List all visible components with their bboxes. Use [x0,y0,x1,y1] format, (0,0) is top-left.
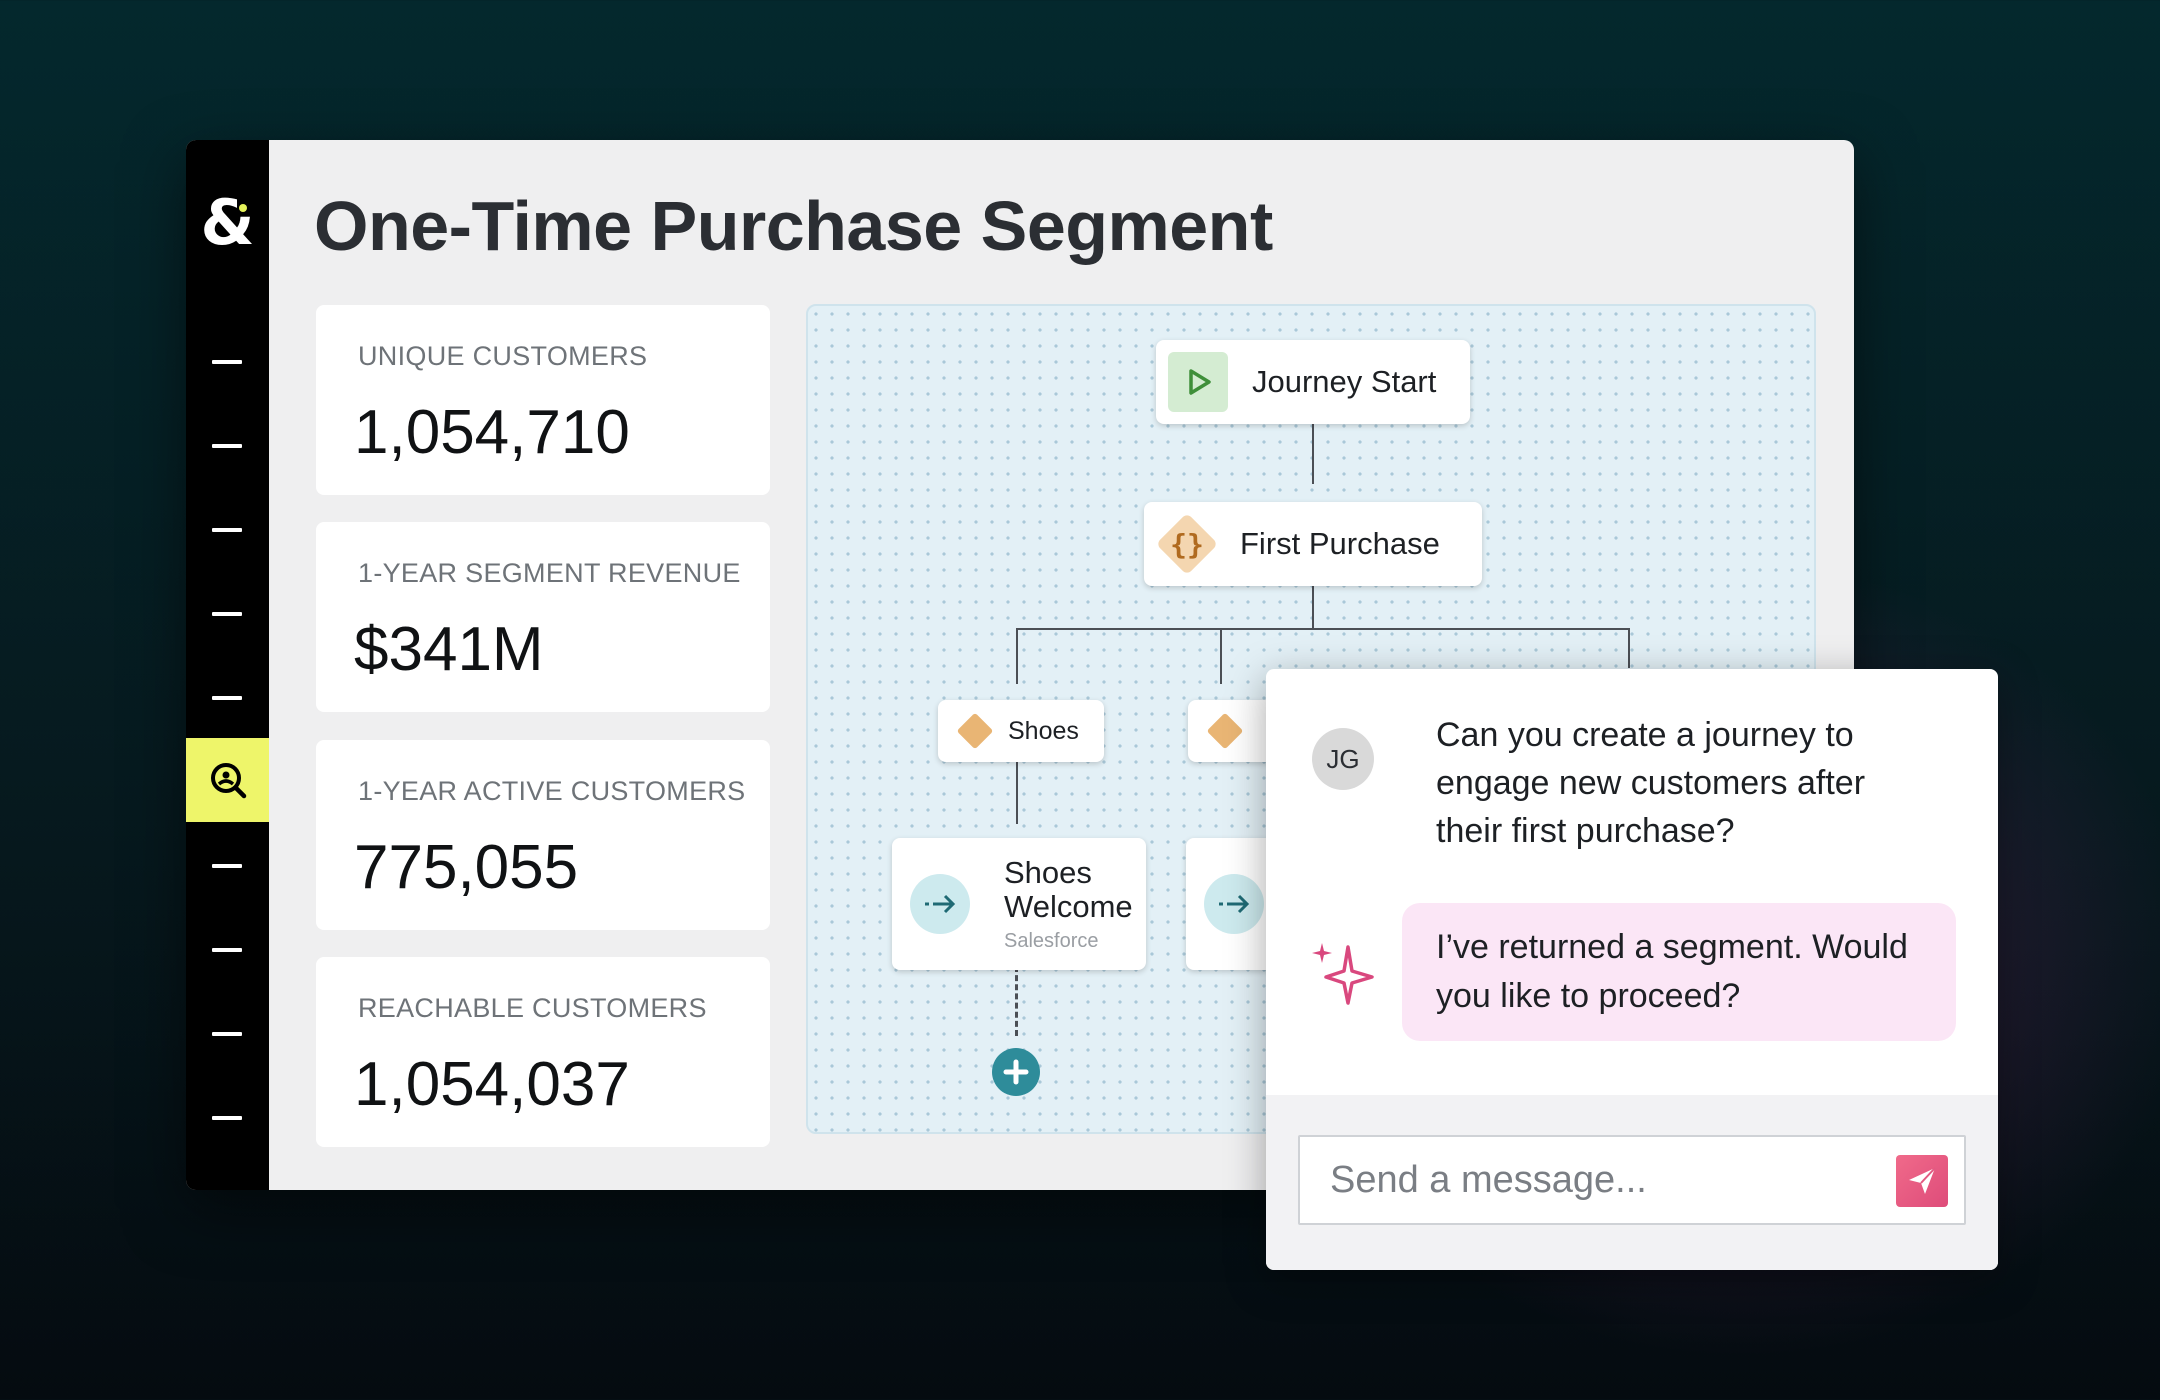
stat-value: 1,054,037 [354,1050,630,1119]
braces-icon: {} [1155,512,1219,576]
sidebar-item[interactable] [212,360,242,364]
sidebar-item-segments-active[interactable] [186,738,269,822]
paper-plane-icon [1909,1167,1936,1194]
sidebar-item[interactable] [212,528,242,532]
sidebar: & [186,140,269,1190]
dashed-connector [1015,966,1018,1036]
diamond-icon [956,712,994,750]
branch-shoes[interactable]: Shoes [938,700,1104,762]
stat-label: 1-YEAR SEGMENT REVENUE [358,558,741,588]
user-avatar: JG [1312,728,1374,790]
page-title: One-Time Purchase Segment [314,187,1273,265]
app-logo[interactable]: & [186,192,269,254]
connector-line [1220,628,1222,684]
node-label: First Purchase [1240,526,1440,561]
sidebar-item[interactable] [212,864,242,868]
connector-line [1016,628,1018,684]
add-step-button[interactable] [992,1048,1040,1096]
action-text: Shoes Welcome Salesforce [1004,854,1144,953]
plus-icon [1003,1059,1029,1085]
sidebar-item[interactable] [212,696,242,700]
stat-card-unique-customers: UNIQUE CUSTOMERS 1,054,710 [316,305,770,495]
connector-line [1312,424,1314,484]
stat-label: REACHABLE CUSTOMERS [358,993,707,1023]
play-icon [1168,352,1228,412]
stat-value: $341M [354,615,544,684]
diamond-icon [1206,712,1244,750]
sparkle-icon [1312,943,1374,1005]
action-subtitle: Salesforce [1004,929,1099,952]
connector-line [1016,752,1018,824]
sidebar-item[interactable] [212,612,242,616]
stat-value: 775,055 [354,833,579,902]
action-title: Shoes Welcome [1004,854,1133,924]
stat-card-reachable-customers: REACHABLE CUSTOMERS 1,054,037 [316,957,770,1147]
stat-label: 1-YEAR ACTIVE CUSTOMERS [358,776,746,806]
assistant-message: I’ve returned a segment. Would you like … [1402,903,1956,1041]
node-first-purchase[interactable]: {} First Purchase [1144,502,1482,586]
action-shoes-welcome[interactable]: Shoes Welcome Salesforce [892,838,1146,970]
stat-label: UNIQUE CUSTOMERS [358,341,648,371]
arrow-right-icon [910,874,970,934]
search-person-icon [210,763,246,799]
logo-accent-dot [239,204,247,212]
stat-card-active-customers: 1-YEAR ACTIVE CUSTOMERS 775,055 [316,740,770,930]
sidebar-item[interactable] [212,948,242,952]
sidebar-item[interactable] [212,1116,242,1120]
connector-line [1016,628,1630,630]
user-message: Can you create a journey to engage new c… [1436,716,1866,850]
sidebar-item[interactable] [212,444,242,448]
arrow-right-icon [1204,874,1264,934]
message-input[interactable] [1298,1135,1966,1225]
chat-composer [1266,1095,1998,1270]
node-journey-start[interactable]: Journey Start [1156,340,1470,424]
connector-line [1628,628,1630,668]
sidebar-item[interactable] [212,1032,242,1036]
stat-card-segment-revenue: 1-YEAR SEGMENT REVENUE $341M [316,522,770,712]
branch-label: Shoes [1008,716,1079,745]
node-label: Journey Start [1252,364,1437,399]
chat-panel: JG Can you create a journey to engage ne… [1266,669,1998,1270]
send-button[interactable] [1896,1155,1948,1207]
stat-value: 1,054,710 [354,398,630,467]
